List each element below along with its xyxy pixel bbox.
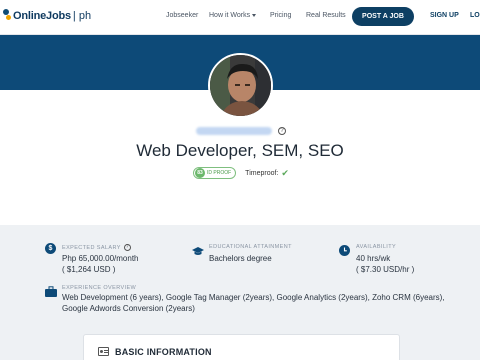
candidate-name-row: ?	[196, 127, 286, 135]
id-proof-score: 83	[195, 168, 205, 178]
availability-label: AVAILABILITY	[356, 244, 397, 250]
salary-value: Php 65,000.00/month	[62, 254, 139, 263]
clock-icon	[339, 243, 350, 256]
post-job-button[interactable]: POST A JOB	[352, 7, 414, 26]
salary-label: EXPECTED SALARY?	[62, 244, 131, 251]
nav-link-pricing[interactable]: Pricing	[270, 12, 291, 19]
brand-logo[interactable]: OnlineJobs | ph	[2, 9, 91, 23]
brand-name: OnlineJobs	[13, 10, 71, 22]
login-link[interactable]: LO	[470, 12, 480, 19]
experience-line-1: Web Development (6 years), Google Tag Ma…	[62, 293, 445, 302]
verification-badges: 83 ID PROOF Timeproof: ✔	[193, 167, 289, 179]
id-card-icon	[98, 347, 109, 356]
experience-label: EXPERIENCE OVERVIEW	[62, 285, 137, 291]
graduation-cap-icon	[192, 244, 204, 255]
education-label: EDUCATIONAL ATTAINMENT	[209, 244, 292, 250]
salary-usd: ( $1,264 USD )	[62, 265, 116, 274]
question-icon[interactable]: ?	[123, 244, 131, 251]
sign-up-link[interactable]: SIGN UP	[430, 12, 459, 19]
availability-rate: ( $7.30 USD/hr )	[356, 265, 415, 274]
nav-link-how-it-works[interactable]: How it Works	[209, 12, 257, 19]
dollar-icon: $	[45, 243, 56, 254]
brand-suffix: | ph	[72, 10, 92, 22]
nav-link-real-results[interactable]: Real Results	[306, 12, 346, 19]
nav-link-jobseeker[interactable]: Jobseeker	[166, 12, 198, 19]
logo-icon	[2, 9, 12, 23]
basic-information-title: BASIC INFORMATION	[115, 347, 212, 357]
chevron-down-icon	[252, 13, 257, 17]
top-nav: OnlineJobs | ph Jobseeker How it Works P…	[0, 0, 480, 35]
id-proof-label: ID PROOF	[207, 170, 232, 176]
availability-value: 40 hrs/wk	[356, 254, 391, 263]
briefcase-icon	[45, 284, 57, 297]
avatar	[208, 53, 273, 118]
basic-information-card: BASIC INFORMATION	[83, 334, 400, 360]
question-icon[interactable]: ?	[278, 127, 286, 135]
check-icon: ✔	[281, 167, 289, 178]
candidate-name-redacted	[196, 127, 272, 135]
education-value: Bachelors degree	[209, 254, 272, 263]
timeproof-label: Timeproof:	[245, 169, 279, 177]
profile-title: Web Developer, SEM, SEO	[136, 141, 344, 160]
id-proof-badge[interactable]: 83 ID PROOF	[193, 167, 237, 179]
experience-line-2: Google Adwords Conversion (2years)	[62, 304, 195, 313]
